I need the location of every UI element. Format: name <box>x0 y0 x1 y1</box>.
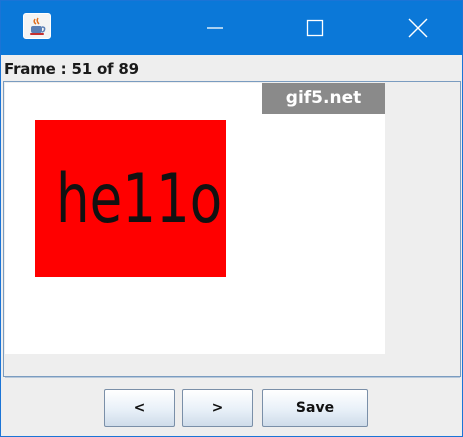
frame-counter-label: Frame : 51 of 89 <box>4 60 139 78</box>
frame-image-box: he11o <box>35 120 226 277</box>
close-icon <box>408 18 428 38</box>
title-bar[interactable] <box>1 1 462 55</box>
frame-preview-canvas: gif5.net he11o <box>5 83 385 354</box>
save-button[interactable]: Save <box>262 389 368 427</box>
minimize-icon <box>207 27 223 29</box>
frame-image-text: he11o <box>56 160 223 239</box>
close-button[interactable] <box>385 1 451 55</box>
watermark-label: gif5.net <box>262 83 385 114</box>
previous-frame-button[interactable]: < <box>104 389 175 427</box>
divider <box>5 377 460 378</box>
next-frame-button[interactable]: > <box>182 389 253 427</box>
java-cup-icon[interactable] <box>23 13 51 39</box>
maximize-icon <box>306 19 324 37</box>
app-window: Frame : 51 of 89 gif5.net he11o < > Save <box>0 0 463 437</box>
minimize-button[interactable] <box>182 1 248 55</box>
maximize-button[interactable] <box>282 1 348 55</box>
